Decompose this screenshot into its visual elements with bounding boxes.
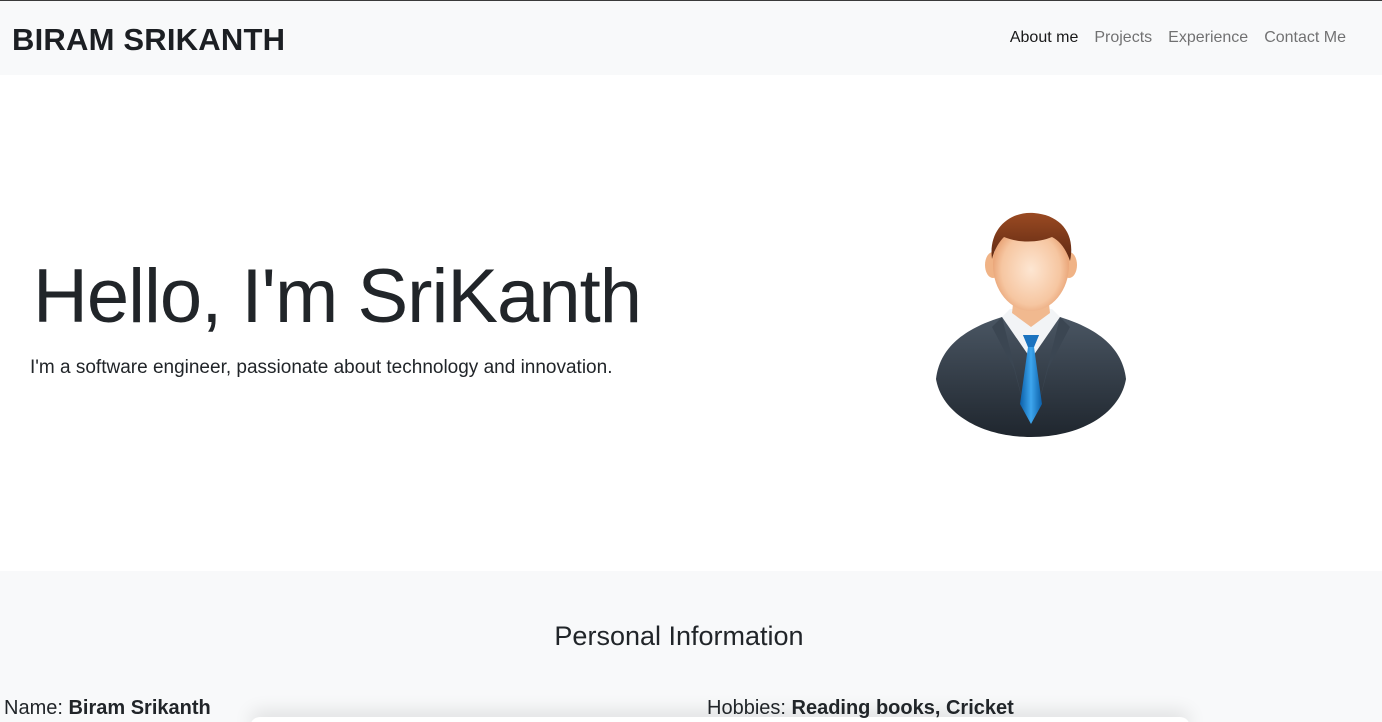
hero-title: Hello, I'm SriKanth bbox=[33, 254, 642, 339]
hobbies-row: Hobbies: Reading books, Cricket bbox=[707, 697, 1014, 720]
nav-link-projects[interactable]: Projects bbox=[1094, 29, 1152, 47]
nav-link-about-me[interactable]: About me bbox=[1010, 29, 1078, 47]
navbar: BIRAM SRIKANTH About me Projects Experie… bbox=[0, 1, 1382, 75]
hero-section: Hello, I'm SriKanth I'm a software engin… bbox=[0, 75, 1382, 571]
hobbies-value: Reading books, Cricket bbox=[791, 697, 1014, 719]
name-row: Name: Biram Srikanth bbox=[4, 697, 211, 720]
nav-link-contact-me[interactable]: Contact Me bbox=[1264, 29, 1346, 47]
personal-info-section: Personal Information Name: Biram Srikant… bbox=[0, 571, 1382, 722]
hero-subtitle: I'm a software engineer, passionate abou… bbox=[30, 357, 613, 378]
page: BIRAM SRIKANTH About me Projects Experie… bbox=[0, 0, 1382, 722]
nav-link-experience[interactable]: Experience bbox=[1168, 29, 1248, 47]
name-value: Biram Srikanth bbox=[68, 697, 211, 719]
name-label: Name: bbox=[4, 697, 69, 719]
nav-links: About me Projects Experience Contact Me bbox=[1010, 29, 1346, 47]
personal-info-heading: Personal Information bbox=[554, 621, 804, 651]
hobbies-label: Hobbies: bbox=[707, 697, 792, 719]
businessman-avatar-icon bbox=[936, 212, 1126, 437]
brand-logo[interactable]: BIRAM SRIKANTH bbox=[12, 22, 285, 58]
